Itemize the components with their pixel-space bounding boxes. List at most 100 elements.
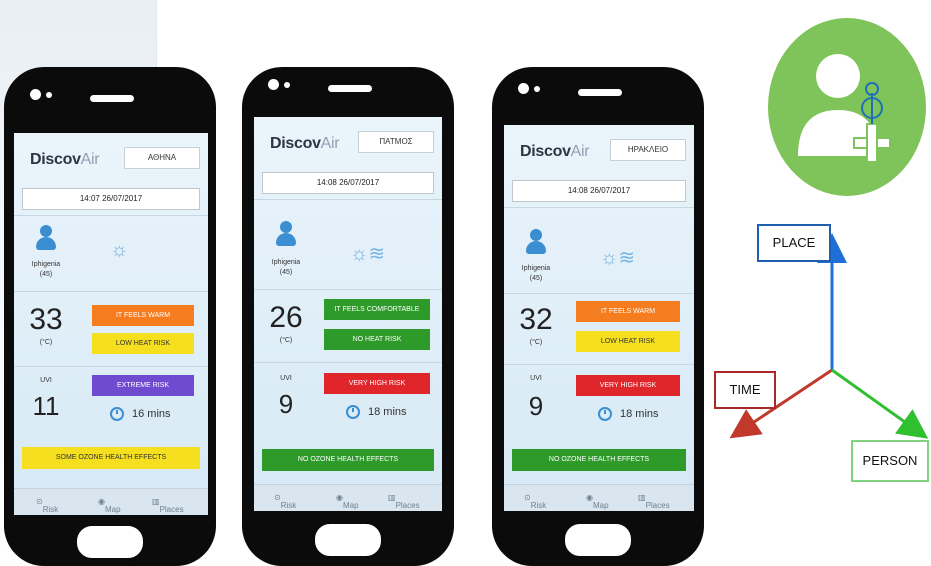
datetime-bar: 14:08 26/07/2017 <box>262 172 434 194</box>
uvi-label: UVI <box>40 377 52 384</box>
home-button[interactable] <box>74 523 146 561</box>
app-logo: DiscovAir <box>30 151 100 168</box>
user-name: Iphigenia <box>521 265 551 272</box>
nav-risk[interactable]: ⊙ Risk <box>274 493 296 510</box>
divider <box>254 199 442 200</box>
feels-badge: IT FEELS COMFORTABLE <box>324 299 430 320</box>
nav-risk[interactable]: ⊙ Risk <box>36 497 58 514</box>
app-header: DiscovAir ΑΘΗΝΑ <box>14 133 208 185</box>
sun-rain-icon: ☼≋ <box>600 247 636 269</box>
camera-icon <box>518 83 529 94</box>
divider <box>254 362 442 363</box>
nav-map[interactable]: ◉ Map <box>336 493 359 510</box>
home-button[interactable] <box>312 521 384 559</box>
divider <box>504 364 694 365</box>
speaker-grille <box>578 89 622 96</box>
user-avatar-icon[interactable] <box>526 229 546 255</box>
feels-badge: IT FEELS WARM <box>576 301 680 322</box>
divider <box>14 215 208 216</box>
phone-2: DiscovAir ΠΑΤΜΟΣ 14:08 26/07/2017 Iphige… <box>242 67 454 566</box>
datetime-bar: 14:07 26/07/2017 <box>22 188 200 210</box>
user-name: Iphigenia <box>271 259 301 266</box>
user-age: (45) <box>279 269 293 276</box>
temperature-unit: (°C) <box>529 339 543 346</box>
divider <box>504 293 694 294</box>
user-age: (45) <box>39 271 53 278</box>
person-place-avatar <box>768 18 926 196</box>
temperature-unit: (°C) <box>39 339 53 346</box>
bottom-nav: ⊙ Risk ◉ Map ▥ Places <box>14 488 208 515</box>
bottom-nav: ⊙ Risk ◉ Map ▥ Places <box>254 484 442 511</box>
uvi-label: UVI <box>280 375 292 382</box>
divider <box>504 207 694 208</box>
phone-3-screen: DiscovAir ΗΡΑΚΛΕΙΟ 14:08 26/07/2017 Iphi… <box>504 125 694 511</box>
uvi-value: 11 <box>32 391 60 421</box>
camera-icon <box>30 89 41 100</box>
timer-value: 16 mins <box>132 407 171 420</box>
app-header: DiscovAir ΠΑΤΜΟΣ <box>254 117 442 169</box>
heat-risk-badge: LOW HEAT RISK <box>92 333 194 354</box>
bottom-nav: ⊙ Risk ◉ Map ▥ Places <box>504 484 694 511</box>
clock-icon <box>110 407 124 421</box>
axes-diagram <box>729 233 929 439</box>
home-button[interactable] <box>562 521 634 559</box>
user-location-icon <box>798 54 891 163</box>
heat-risk-badge: NO HEAT RISK <box>324 329 430 350</box>
user-avatar-icon[interactable] <box>276 221 296 247</box>
speaker-grille <box>328 85 372 92</box>
timer-value: 18 mins <box>368 405 407 418</box>
uv-risk-badge: VERY HIGH RISK <box>324 373 430 394</box>
person-label: PERSON <box>851 440 929 482</box>
exposure-timer: 18 mins <box>598 407 659 421</box>
app-logo: DiscovAir <box>270 135 340 152</box>
nav-places[interactable]: ▥ Places <box>152 497 184 514</box>
camera-icon <box>268 79 279 90</box>
sun-icon: ☼ <box>110 239 129 261</box>
nav-places[interactable]: ▥ Places <box>388 493 420 510</box>
phone-1-screen: DiscovAir ΑΘΗΝΑ 14:07 26/07/2017 Iphigen… <box>14 133 208 515</box>
sensor-icon <box>284 82 290 88</box>
phone-3: DiscovAir ΗΡΑΚΛΕΙΟ 14:08 26/07/2017 Iphi… <box>492 67 704 566</box>
timer-value: 18 mins <box>620 407 659 420</box>
ozone-badge: NO OZONE HEALTH EFFECTS <box>262 449 434 471</box>
feels-badge: IT FEELS WARM <box>92 305 194 326</box>
heat-risk-badge: LOW HEAT RISK <box>576 331 680 352</box>
speaker-grille <box>90 95 134 102</box>
temperature-unit: (°C) <box>279 337 293 344</box>
sensor-icon <box>534 86 540 92</box>
uvi-value: 9 <box>278 389 294 419</box>
uv-risk-badge: EXTREME RISK <box>92 375 194 396</box>
place-label: PLACE <box>757 224 831 262</box>
sun-rain-icon: ☼≋ <box>350 243 386 265</box>
city-selector[interactable]: ΗΡΑΚΛΕΙΟ <box>610 139 686 161</box>
ozone-badge: NO OZONE HEALTH EFFECTS <box>512 449 686 471</box>
sensor-icon <box>46 92 52 98</box>
temperature-value: 32 <box>519 303 553 336</box>
nav-risk[interactable]: ⊙ Risk <box>524 493 546 510</box>
temperature-value: 26 <box>269 301 303 334</box>
phone-2-screen: DiscovAir ΠΑΤΜΟΣ 14:08 26/07/2017 Iphige… <box>254 117 442 511</box>
nav-map[interactable]: ◉ Map <box>586 493 609 510</box>
divider <box>14 366 208 367</box>
city-selector[interactable]: ΑΘΗΝΑ <box>124 147 200 169</box>
nav-places[interactable]: ▥ Places <box>638 493 670 510</box>
app-header: DiscovAir ΗΡΑΚΛΕΙΟ <box>504 125 694 177</box>
uvi-value: 9 <box>528 391 544 421</box>
user-age: (45) <box>529 275 543 282</box>
person-axis <box>831 368 929 439</box>
app-logo: DiscovAir <box>520 143 590 160</box>
clock-icon <box>346 405 360 419</box>
temperature-value: 33 <box>29 303 63 336</box>
exposure-timer: 18 mins <box>346 405 407 419</box>
nav-map[interactable]: ◉ Map <box>98 497 121 514</box>
uv-risk-badge: VERY HIGH RISK <box>576 375 680 396</box>
time-label: TIME <box>714 371 776 409</box>
divider <box>14 291 208 292</box>
user-name: Iphigenia <box>31 261 61 268</box>
city-selector[interactable]: ΠΑΤΜΟΣ <box>358 131 434 153</box>
clock-icon <box>598 407 612 421</box>
uvi-label: UVI <box>530 375 542 382</box>
ozone-badge: SOME OZONE HEALTH EFFECTS <box>22 447 200 469</box>
user-avatar-icon[interactable] <box>36 225 56 251</box>
divider <box>254 289 442 290</box>
